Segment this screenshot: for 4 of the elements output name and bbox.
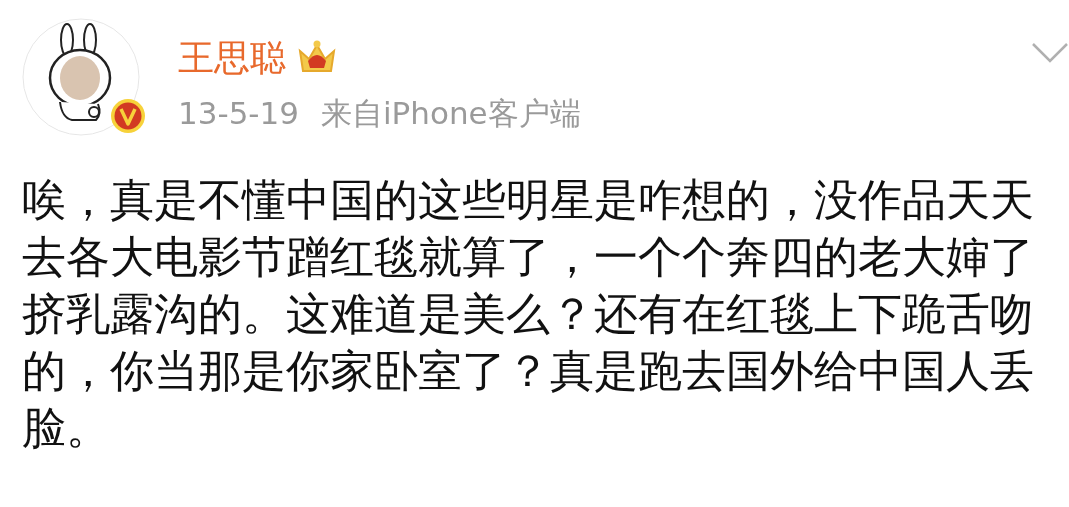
post-date: 13-5-19	[178, 94, 299, 132]
post-text: 唉，真是不懂中国的这些明星是咋想的，没作品天天去各大电影节蹭红毯就算了，一个个奔四的老大婶了挤乳露沟的。这难道是美么？还有在红毯上下跪舌吻的，你当那是你家卧室了？真是跑去国外给中国人丢脸。	[22, 174, 1035, 455]
post-source: 来自iPhone客户端	[321, 94, 581, 132]
author-name[interactable]: 王思聪	[178, 36, 286, 80]
